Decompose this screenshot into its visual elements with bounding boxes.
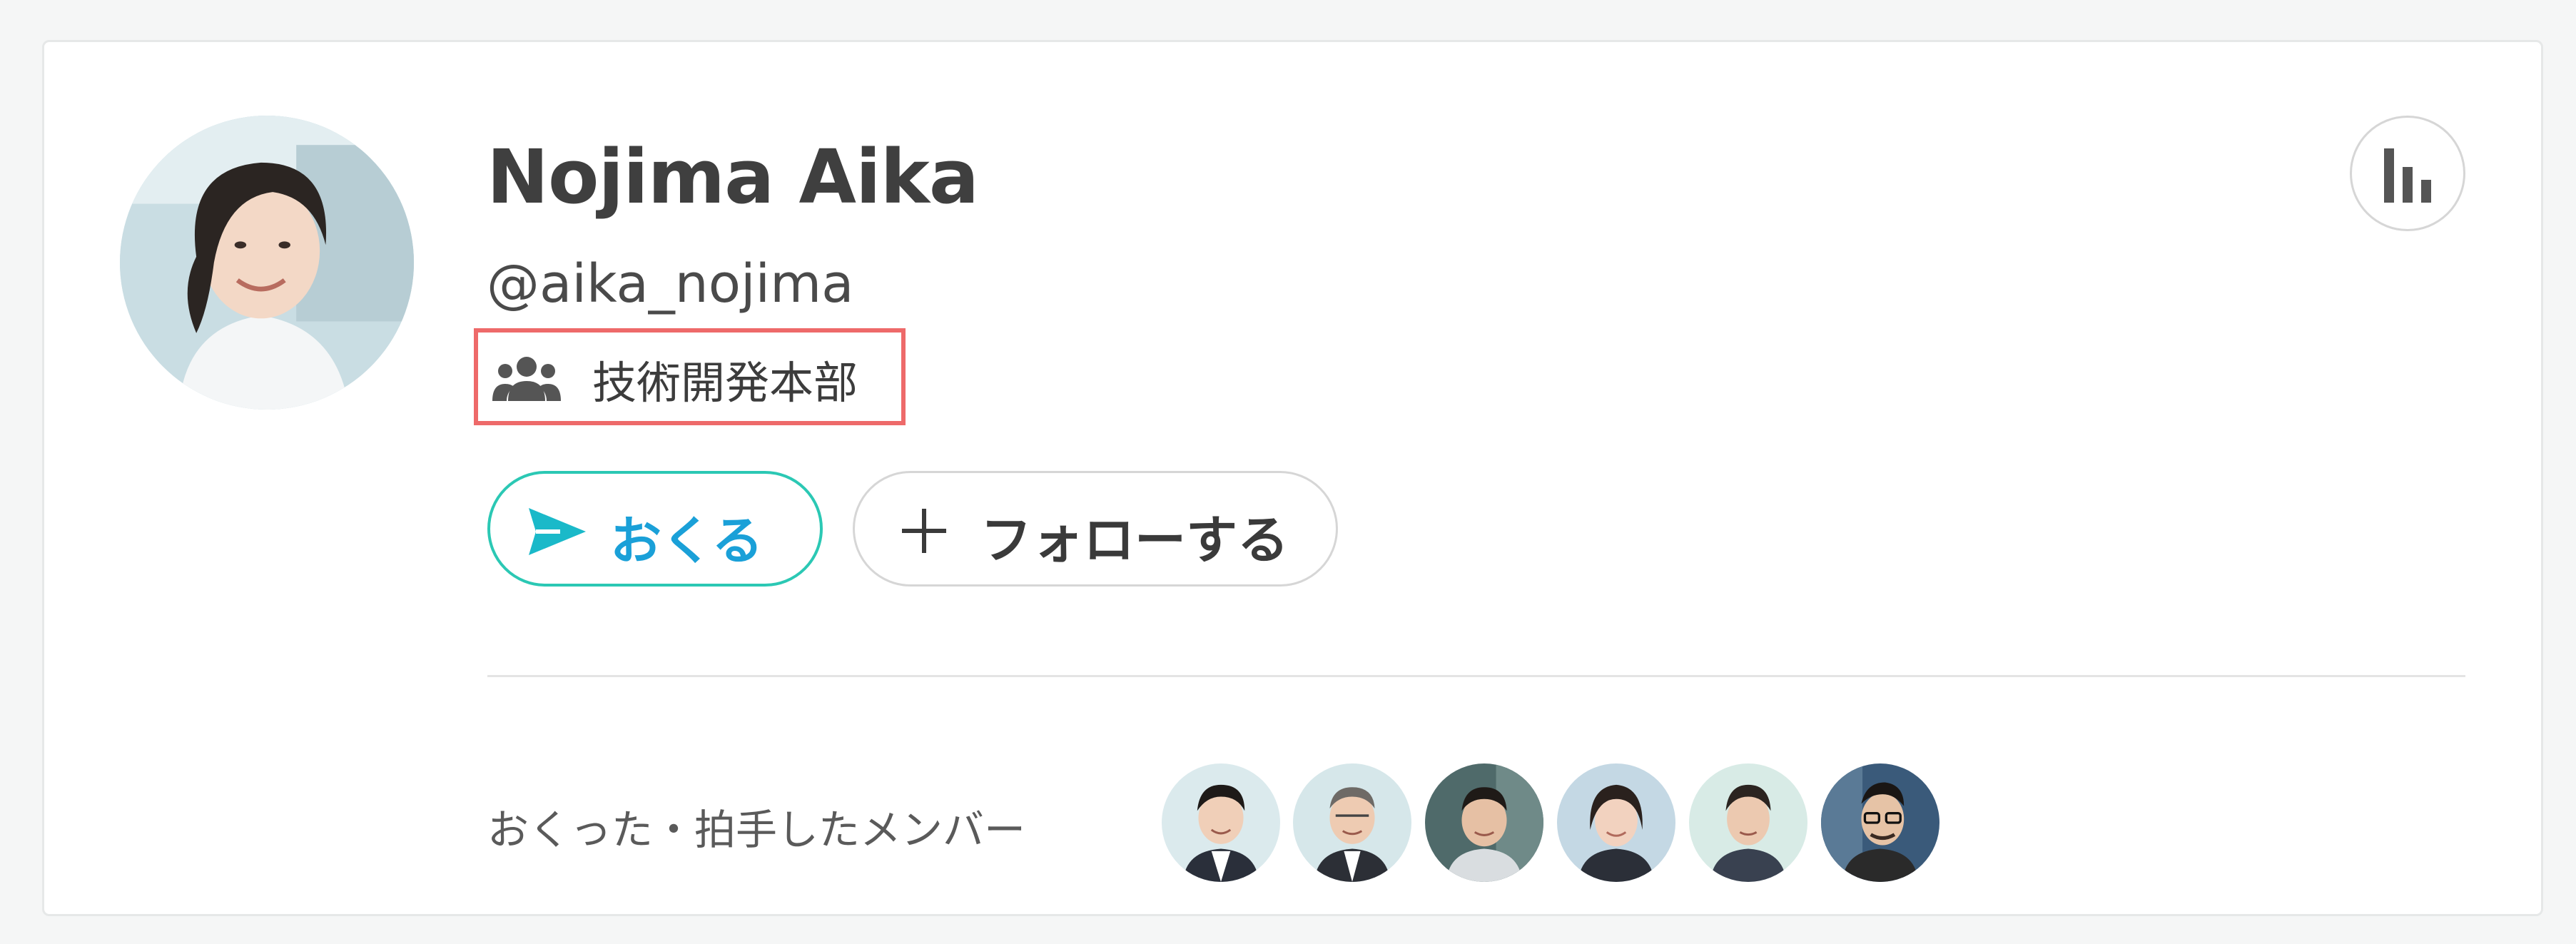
profile-name: Nojima Aika xyxy=(487,133,979,220)
member-avatar-3[interactable] xyxy=(1425,763,1543,882)
follow-label: フォローする xyxy=(980,510,1289,570)
member-avatar-4[interactable] xyxy=(1557,763,1675,882)
follow-button[interactable]: フォローする xyxy=(853,471,1338,587)
divider xyxy=(487,675,2465,677)
member-avatar-6[interactable] xyxy=(1821,763,1939,882)
plus-icon xyxy=(902,509,946,553)
profile-handle: @aika_nojima xyxy=(487,253,854,315)
member-avatar-5[interactable] xyxy=(1689,763,1807,882)
users-group-icon xyxy=(492,357,561,401)
member-avatar-2[interactable] xyxy=(1293,763,1411,882)
profile-avatar[interactable] xyxy=(120,116,414,410)
bar-chart-icon xyxy=(2384,148,2431,203)
profile-card: Nojima Aika @aika_nojima 技術開発本部 おくる フォロー… xyxy=(42,40,2543,916)
paper-plane-icon xyxy=(529,508,586,555)
send-label: おくる xyxy=(610,511,764,571)
member-avatar-1[interactable] xyxy=(1162,763,1280,882)
stats-button[interactable] xyxy=(2350,116,2465,231)
send-button[interactable]: おくる xyxy=(487,471,823,587)
department-tag[interactable]: 技術開発本部 xyxy=(474,328,906,425)
department-label: 技術開発本部 xyxy=(592,357,858,409)
members-label: おくった・拍手したメンバー xyxy=(487,806,1026,854)
